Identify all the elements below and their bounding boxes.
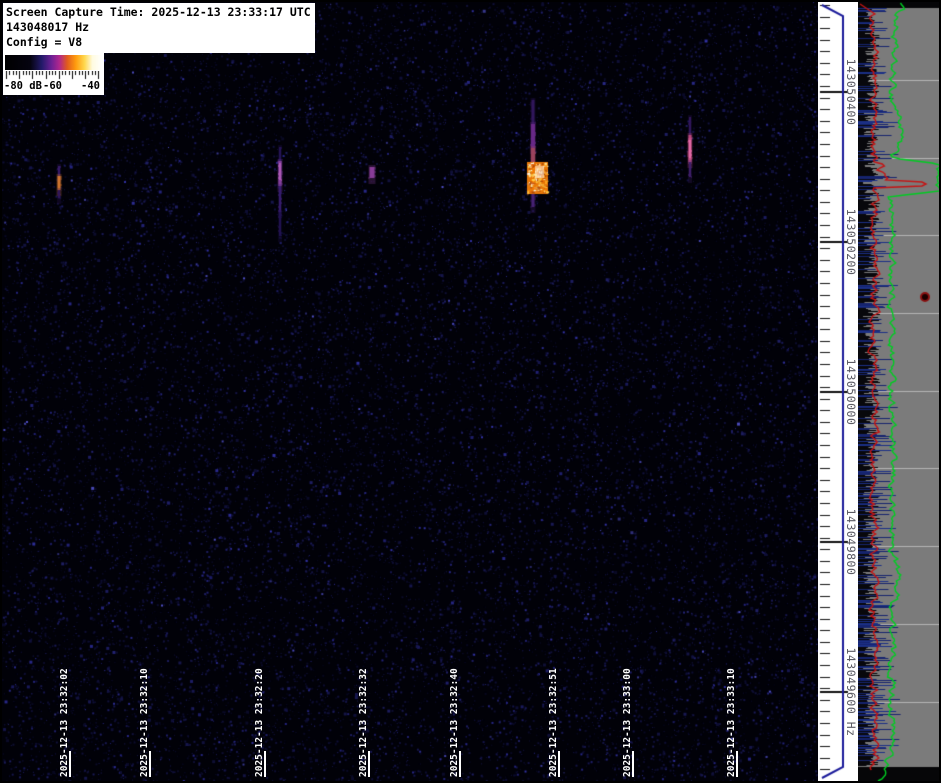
spectrogram-waterfall — [2, 2, 818, 781]
color-gradient-bar — [5, 55, 102, 70]
config-text: Config = V8 — [6, 35, 83, 49]
frequency-label: 143049600 Hz — [844, 647, 858, 737]
time-tick — [459, 751, 461, 777]
color-scale-label: -40 — [81, 80, 100, 92]
time-tick — [264, 751, 266, 777]
time-tick — [632, 751, 634, 777]
time-tick — [69, 751, 71, 777]
time-tick — [736, 751, 738, 777]
time-tick — [149, 751, 151, 777]
capture-time-text: Screen Capture Time: 2025-12-13 23:33:17… — [6, 5, 311, 19]
color-scale-label: -80 dB — [4, 80, 42, 92]
color-scale-label: -60 — [43, 80, 62, 92]
spectrum-lab-screen: Screen Capture Time: 2025-12-13 23:33:17… — [0, 0, 941, 783]
time-tick — [558, 751, 560, 777]
frequency-label: 143049800 — [844, 508, 858, 576]
color-scale: -80 dB -60 -40 — [3, 53, 104, 95]
spectrum-panel — [858, 0, 941, 783]
center-frequency-text: 143048017 Hz — [6, 20, 90, 34]
frequency-label: 143050000 — [844, 358, 858, 426]
time-tick — [368, 751, 370, 777]
frequency-label: 143050200 — [844, 208, 858, 276]
capture-info-box: Screen Capture Time: 2025-12-13 23:33:17… — [3, 3, 315, 53]
frequency-label: 143050400 — [844, 58, 858, 126]
